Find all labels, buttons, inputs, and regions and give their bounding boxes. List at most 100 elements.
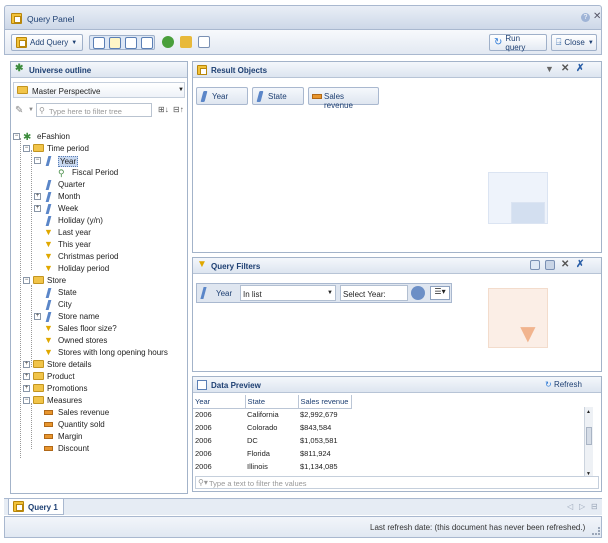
table-row[interactable]: 2006 California $2,992,679 <box>193 408 351 421</box>
tree-item[interactable]: Sales floor size? <box>58 324 117 333</box>
collapse-node-icon[interactable]: − <box>34 157 41 164</box>
filter-icon[interactable]: ▼ <box>545 64 554 74</box>
tree-item[interactable]: State <box>58 288 77 297</box>
operand-type-button[interactable]: ☰▾ <box>430 286 450 300</box>
table-cell: Illinois <box>247 462 268 471</box>
data-source-icon[interactable] <box>162 36 174 48</box>
preview-filter-input[interactable]: ⚲▾ Type a text to filter the values <box>195 476 599 489</box>
expand-node-icon[interactable]: + <box>34 205 41 212</box>
remove-all-icon[interactable]: ✗ <box>576 63 584 74</box>
tree-item[interactable]: eFashion <box>37 132 70 141</box>
result-object-year[interactable]: Year <box>196 87 248 105</box>
tree-item[interactable]: Week <box>58 204 78 213</box>
tree-item[interactable]: Holiday (y/n) <box>58 216 103 225</box>
tab-scroll-left-icon[interactable]: ◁ <box>567 502 573 511</box>
tab-scroll-right-icon[interactable]: ▷ <box>579 502 585 511</box>
expand-node-icon[interactable]: + <box>23 385 30 392</box>
chevron-down-icon[interactable]: ▼ <box>28 107 34 113</box>
tree-item[interactable]: Measures <box>47 396 82 405</box>
resize-grip[interactable] <box>592 527 600 535</box>
tree-item[interactable]: Year <box>58 156 79 167</box>
result-object-state[interactable]: State <box>252 87 304 105</box>
tree-item[interactable]: Promotions <box>47 384 87 393</box>
tree-item[interactable]: Stores with long opening hours <box>58 348 168 357</box>
add-ranking-icon[interactable] <box>545 260 555 270</box>
prompt-icon[interactable] <box>411 286 425 300</box>
result-object-sales-revenue[interactable]: Sales revenue <box>308 87 379 110</box>
table-row[interactable]: 2006 Florida $811,924 <box>193 447 351 460</box>
collapse-node-icon[interactable]: − <box>23 397 30 404</box>
remove-icon[interactable]: ✕ <box>561 63 569 74</box>
tree-item[interactable]: Time period <box>47 144 89 153</box>
chevron-down-icon: ▼ <box>587 39 594 46</box>
filter-operand-input[interactable]: Select Year: <box>340 285 408 301</box>
remove-all-icon[interactable]: ✗ <box>576 259 584 270</box>
tab-query-1[interactable]: Query 1 <box>8 499 64 515</box>
run-query-label: Run query <box>505 33 526 52</box>
collapse-node-icon[interactable]: − <box>13 133 20 140</box>
close-window-icon[interactable]: ✕ <box>593 11 601 22</box>
tree-item[interactable]: Quarter <box>58 180 85 189</box>
tree-item[interactable]: Christmas period <box>58 252 118 261</box>
expand-node-icon[interactable]: + <box>23 373 30 380</box>
query-tab-icon <box>13 501 24 512</box>
tree-item[interactable]: Holiday period <box>58 264 109 273</box>
column-header[interactable]: Year <box>193 395 246 409</box>
table-cell: 2006 <box>195 436 212 445</box>
preview-table: Year State Sales revenue 2006 California $… <box>193 395 352 473</box>
close-button[interactable]: ⍈ Close ▼ <box>551 34 597 51</box>
scroll-thumb[interactable] <box>586 427 592 445</box>
tree-filter-input[interactable]: Type here to filter tree ⚲ <box>36 103 152 117</box>
tree-item[interactable]: Owned stores <box>58 336 107 345</box>
collapse-node-icon[interactable]: − <box>23 277 30 284</box>
table-row[interactable]: 2006 Colorado $843,584 <box>193 421 351 434</box>
search-icon: ⚲ <box>39 106 45 115</box>
scroll-up-icon[interactable]: ▲ <box>586 409 591 415</box>
layout-table-icon[interactable] <box>125 37 137 49</box>
expand-node-icon[interactable]: + <box>23 361 30 368</box>
column-header[interactable]: Sales revenue <box>298 395 352 409</box>
tree-item[interactable]: Store details <box>47 360 91 369</box>
pin-icon[interactable]: ✎ <box>15 105 23 116</box>
table-row[interactable]: 2006 DC $1,053,581 <box>193 434 351 447</box>
tree-item[interactable]: Quantity sold <box>58 420 105 429</box>
query-filters-header: ▼ Query Filters ✕ ✗ <box>193 258 601 274</box>
view-script-icon[interactable] <box>198 36 210 48</box>
perspective-dropdown[interactable]: Master Perspective ▼ <box>13 82 185 98</box>
table-row[interactable]: 2006 Illinois $1,134,085 <box>193 460 351 473</box>
tree-item[interactable]: City <box>58 300 72 309</box>
table-cell: 2006 <box>195 462 212 471</box>
predefined-filter-icon: ▼ <box>44 263 53 273</box>
tree-item[interactable]: Store <box>47 276 66 285</box>
measure-icon <box>44 446 53 451</box>
collapse-node-icon[interactable]: − <box>23 145 30 152</box>
run-query-button[interactable]: ↻ Run query <box>489 33 547 52</box>
tree-item[interactable]: Fiscal Period <box>72 168 118 177</box>
column-header[interactable]: State <box>245 395 299 409</box>
collapse-all-icon[interactable]: ⊟↑ <box>173 105 184 114</box>
tree-item[interactable]: Store name <box>58 312 99 321</box>
tree-item[interactable]: Discount <box>58 444 89 453</box>
remove-icon[interactable]: ✕ <box>561 259 569 270</box>
tree-item[interactable]: Margin <box>58 432 82 441</box>
tree-item[interactable]: Last year <box>58 228 91 237</box>
properties-icon[interactable] <box>180 36 192 48</box>
tab-list-icon[interactable]: ⊟ <box>591 502 598 511</box>
add-subquery-icon[interactable] <box>530 260 540 270</box>
filter-operator-select[interactable]: In list ▼ <box>240 285 336 301</box>
main-toolbar: Add Query ▼ ↻ Run query ⍈ Close ▼ <box>4 30 602 55</box>
layout-filter-icon[interactable] <box>109 37 121 49</box>
expand-node-icon[interactable]: + <box>34 313 41 320</box>
tree-item[interactable]: This year <box>58 240 91 249</box>
tree-item[interactable]: Month <box>58 192 80 201</box>
layout-grid-icon[interactable] <box>141 37 153 49</box>
tree-item[interactable]: Sales revenue <box>58 408 109 417</box>
layout-all-icon[interactable] <box>93 37 105 49</box>
expand-node-icon[interactable]: + <box>34 193 41 200</box>
add-query-button[interactable]: Add Query ▼ <box>11 34 83 51</box>
vertical-scrollbar[interactable]: ▲ ▼ <box>584 407 593 481</box>
refresh-link[interactable]: ↻ Refresh <box>545 380 582 389</box>
tree-item[interactable]: Product <box>47 372 75 381</box>
expand-all-icon[interactable]: ⊞↓ <box>158 105 169 114</box>
help-icon[interactable]: ? <box>581 13 590 22</box>
